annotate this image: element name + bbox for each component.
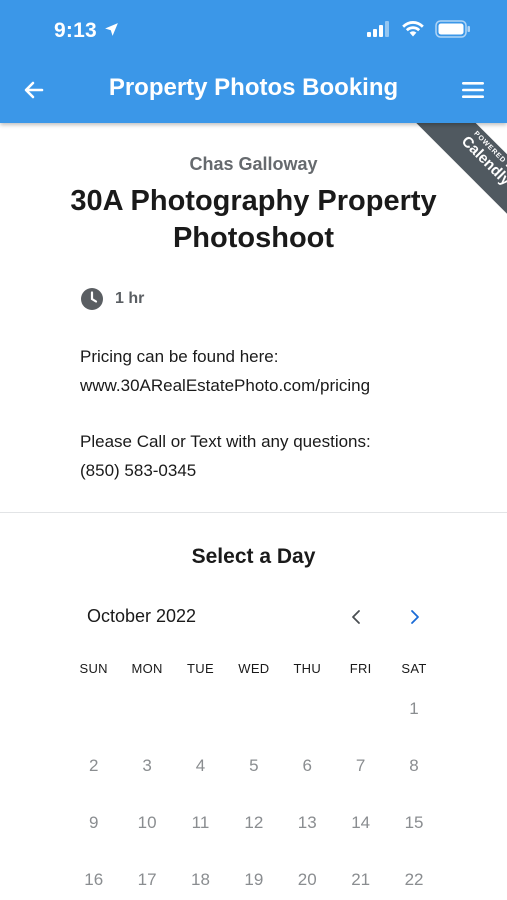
calendar-day: 15: [404, 812, 424, 832]
app-bar-title: Property Photos Booking: [108, 74, 399, 101]
calendar-day: 20: [297, 869, 317, 889]
calendar-grid: 1 2 3 4 5 6 7 8 9 10 11 12 13 14 15 16 17 18 19 20 21 22: [67, 680, 441, 900]
next-month-button[interactable]: [402, 604, 428, 630]
duration-label: 1 hr: [115, 290, 145, 307]
calendar-day: 16: [84, 869, 104, 889]
contact-phone[interactable]: (850) 583-0345: [80, 456, 371, 485]
empty-day-cell: [334, 680, 387, 737]
empty-day-cell: [281, 680, 334, 737]
weekday-header: SUN MON TUE WED THU FRI SAT: [67, 661, 441, 676]
contact-line: Please Call or Text with any questions:: [80, 432, 371, 451]
calendar-day: 19: [244, 869, 264, 889]
weekday-label: SAT: [401, 661, 427, 676]
event-duration: 1 hr: [80, 287, 144, 311]
calendar-day: 2: [88, 755, 99, 775]
calendar-day: 21: [351, 869, 371, 889]
calendar-day: 8: [409, 755, 419, 775]
weekday-label: SUN: [79, 661, 108, 676]
calendar-day: 5: [249, 755, 259, 775]
hamburger-menu-icon: [462, 82, 484, 98]
calendar-day: 13: [297, 812, 317, 832]
weekday-label: MON: [131, 661, 163, 676]
weekday-label: TUE: [187, 661, 214, 676]
calendar-day: 17: [137, 869, 157, 889]
weekday-label: FRI: [349, 661, 372, 676]
pricing-info: Pricing can be found here: www.30ARealEs…: [80, 342, 370, 400]
wifi-icon: [402, 21, 424, 37]
calendar-day: 4: [195, 755, 206, 775]
calendar-day: 14: [351, 812, 371, 832]
select-day-heading: Select a Day: [191, 545, 316, 568]
battery-icon: [435, 20, 470, 38]
calendar-day: 11: [191, 812, 210, 832]
chevron-left-icon: [352, 610, 360, 624]
previous-month-button[interactable]: [343, 604, 369, 630]
calendar-day: 10: [137, 812, 157, 832]
location-arrow-icon: [105, 23, 118, 36]
weekday-label: THU: [293, 661, 322, 676]
empty-day-cell: [174, 680, 227, 737]
calendar-day: 18: [191, 869, 210, 889]
pricing-link[interactable]: www.30ARealEstatePhoto.com/pricing: [80, 371, 370, 400]
status-icons: [367, 20, 471, 38]
empty-day-cell: [67, 680, 120, 737]
powered-by-ribbon[interactable]: POWERED BY Calendly: [397, 123, 507, 233]
month-label: October 2022: [87, 606, 197, 626]
calendar-day: 1: [409, 698, 419, 718]
calendar-day: 12: [244, 812, 264, 832]
menu-button[interactable]: [459, 76, 487, 104]
contact-info: Please Call or Text with any questions: …: [80, 427, 371, 485]
app-bar: 9:13 Property Photos Booking: [0, 0, 507, 123]
weekday-label: WED: [238, 661, 270, 676]
signal-bars-icon: [367, 21, 389, 37]
calendar-day: 3: [142, 755, 152, 775]
chevron-right-icon: [411, 610, 419, 624]
calendar-day: 9: [88, 812, 99, 832]
calendar-day: 6: [302, 755, 312, 775]
calendar-day: 22: [404, 869, 424, 889]
empty-day-cell: [120, 680, 173, 737]
divider: [0, 512, 507, 513]
ribbon-brand: Calendly: [457, 132, 507, 190]
pricing-line: Pricing can be found here:: [80, 347, 279, 366]
status-time: 9:13: [54, 19, 97, 42]
clock-icon: [81, 288, 103, 310]
calendar-day: 7: [355, 755, 366, 775]
empty-day-cell: [227, 680, 280, 737]
